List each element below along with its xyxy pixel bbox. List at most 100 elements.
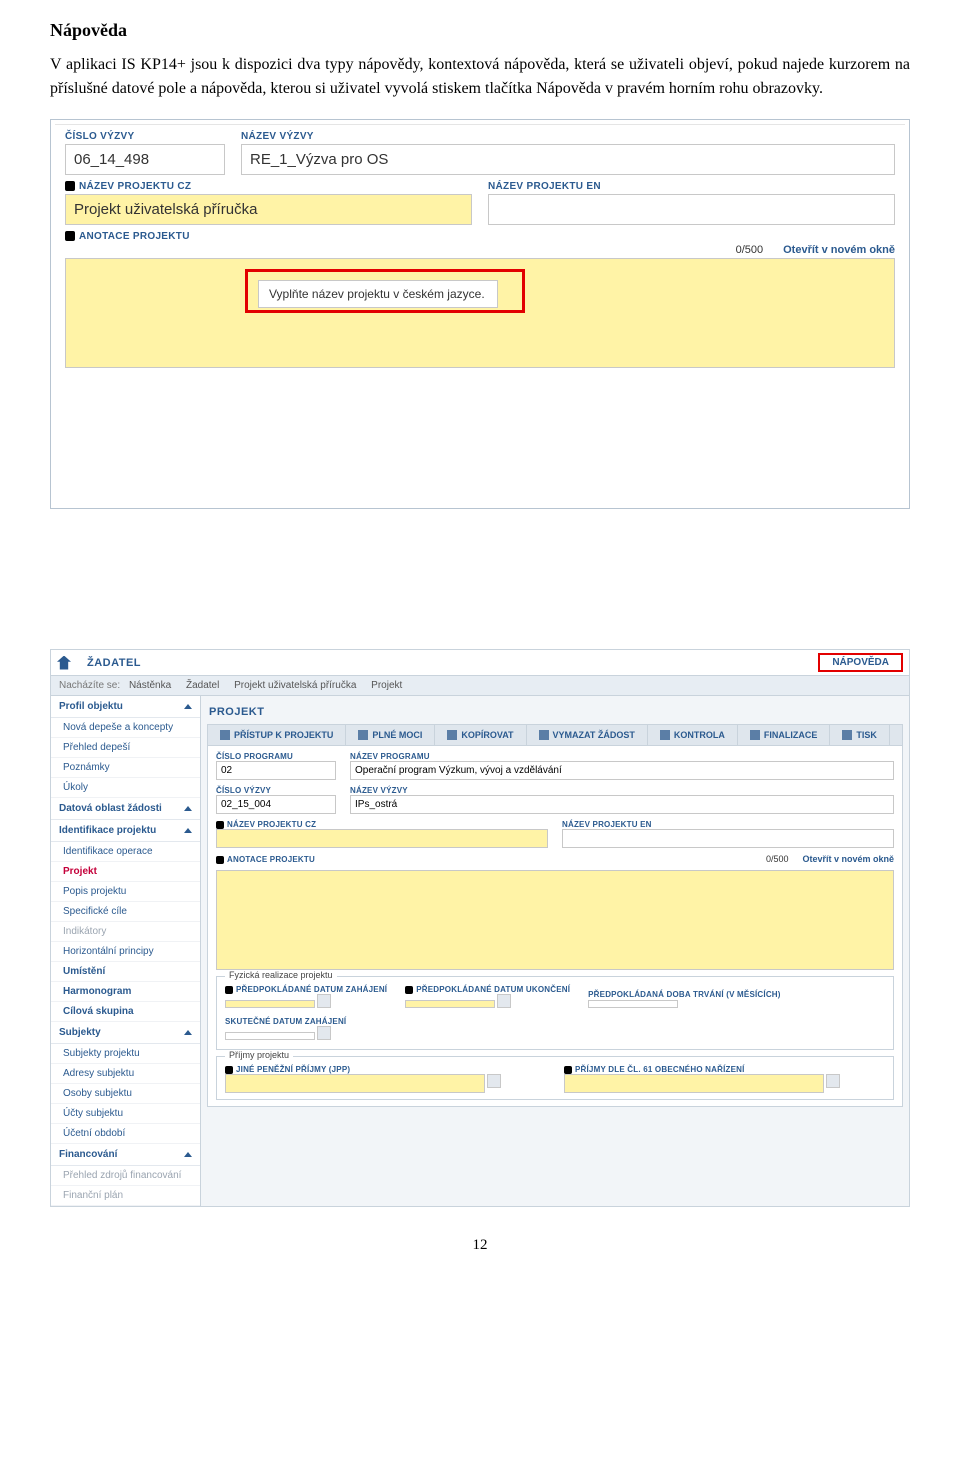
sidebar-item[interactable]: Umístění [51, 962, 200, 982]
textarea-anotace[interactable] [216, 870, 894, 970]
open-new-window-link[interactable]: Otevřít v novém okně [802, 854, 894, 864]
tool-pristup[interactable]: PŘÍSTUP K PROJEKTU [208, 725, 346, 745]
screenshot-2: ŽADATEL NÁPOVĚDA Nacházíte se: Nástěnka … [50, 649, 910, 1207]
toolbar: PŘÍSTUP K PROJEKTU PLNÉ MOCI KOPÍROVAT V… [207, 724, 903, 746]
legend-prijmy: Příjmy projektu [225, 1050, 293, 1060]
breadcrumb-item[interactable]: Nástěnka [129, 680, 171, 691]
label-nazev-vyzvy: NÁZEV VÝZVY [350, 786, 894, 795]
sidebar-item[interactable]: Horizontální principy [51, 942, 200, 962]
tooltip-text: Vyplňte název projektu v českém jazyce. [258, 280, 498, 308]
sidebar-item[interactable]: Účetní období [51, 1124, 200, 1144]
tooltip-highlight: Vyplňte název projektu v českém jazyce. [245, 269, 525, 313]
dropdown-icon[interactable] [487, 1074, 501, 1088]
tool-vymazat[interactable]: VYMAZAT ŽÁDOST [527, 725, 648, 745]
copy-icon [447, 730, 457, 740]
label-cislo-vyzvy: ČÍSLO VÝZVY [216, 786, 336, 795]
sidebar-item[interactable]: Cílová skupina [51, 1002, 200, 1022]
sidebar-item[interactable]: Účty subjektu [51, 1104, 200, 1124]
sidebar-item[interactable]: Identifikace operace [51, 842, 200, 862]
tool-finalizace[interactable]: FINALIZACE [738, 725, 831, 745]
sidebar-section-subjekty[interactable]: Subjekty [51, 1022, 200, 1044]
sidebar: Profil objektu Nová depeše a koncepty Př… [51, 696, 201, 1206]
sidebar-item[interactable]: Subjekty projektu [51, 1044, 200, 1064]
tool-tisk[interactable]: TISK [830, 725, 890, 745]
breadcrumb-label: Nacházíte se: [59, 680, 120, 691]
calendar-icon[interactable] [497, 994, 511, 1008]
label-nazev-projektu-cz: NÁZEV PROJEKTU CZ [216, 820, 548, 829]
sidebar-item[interactable]: Nová depeše a koncepty [51, 718, 200, 738]
input-skutecne[interactable] [225, 1032, 315, 1040]
label-cislo-vyzvy: ČÍSLO VÝZVY [65, 131, 225, 142]
dropdown-icon[interactable] [826, 1074, 840, 1088]
label-nazev-projektu-en: NÁZEV PROJEKTU EN [562, 820, 894, 829]
sidebar-section-profil[interactable]: Profil objektu [51, 696, 200, 718]
tool-kontrola[interactable]: KONTROLA [648, 725, 738, 745]
input-nazev-projektu-cz[interactable] [216, 829, 548, 848]
input-zahajeni[interactable] [225, 1000, 315, 1008]
input-nazev-projektu-en[interactable] [488, 194, 895, 225]
label-prijmy-61: PŘÍJMY DLE ČL. 61 OBECNÉHO NAŘÍZENÍ [564, 1065, 885, 1074]
calendar-icon[interactable] [317, 1026, 331, 1040]
input-nazev-programu[interactable] [350, 761, 894, 780]
sidebar-item[interactable]: Indikátory [51, 922, 200, 942]
label-zahajeni: PŘEDPOKLÁDANÉ DATUM ZAHÁJENÍ [225, 985, 387, 994]
input-cislo-programu[interactable] [216, 761, 336, 780]
label-anotace: ANOTACE PROJEKTU [216, 855, 315, 864]
label-nazev-programu: NÁZEV PROGRAMU [350, 752, 894, 761]
sidebar-item[interactable]: Adresy subjektu [51, 1064, 200, 1084]
sidebar-item[interactable]: Osoby subjektu [51, 1084, 200, 1104]
calendar-icon[interactable] [317, 994, 331, 1008]
sidebar-section-identifikace[interactable]: Identifikace projektu [51, 820, 200, 842]
home-icon[interactable] [57, 656, 71, 670]
breadcrumb-item[interactable]: Žadatel [186, 680, 219, 691]
label-jine-prijmy: JINÉ PENĚŽNÍ PŘÍJMY (JPP) [225, 1065, 546, 1074]
sidebar-item-projekt[interactable]: Projekt [51, 862, 200, 882]
sidebar-section-datova[interactable]: Datová oblast žádosti [51, 798, 200, 820]
input-prijmy-61[interactable] [564, 1074, 824, 1093]
sidebar-item[interactable]: Harmonogram [51, 982, 200, 1002]
sidebar-item[interactable]: Úkoly [51, 778, 200, 798]
delete-icon [539, 730, 549, 740]
screenshot-1: ČÍSLO VÝZVY NÁZEV VÝZVY NÁZEV PROJEKTU C… [50, 119, 910, 509]
input-nazev-vyzvy[interactable] [350, 795, 894, 814]
sidebar-section-financovani[interactable]: Financování [51, 1144, 200, 1166]
input-nazev-vyzvy[interactable] [241, 144, 895, 175]
sidebar-item[interactable]: Popis projektu [51, 882, 200, 902]
sidebar-item[interactable]: Finanční plán [51, 1186, 200, 1206]
print-icon [842, 730, 852, 740]
fieldset-prijmy: Příjmy projektu JINÉ PENĚŽNÍ PŘÍJMY (JPP… [216, 1056, 894, 1100]
sidebar-item[interactable]: Přehled depeší [51, 738, 200, 758]
people-icon [220, 730, 230, 740]
main-panel: PROJEKT PŘÍSTUP K PROJEKTU PLNÉ MOCI KOP… [201, 696, 909, 1206]
chevron-up-icon [184, 1030, 192, 1035]
tool-plne-moci[interactable]: PLNÉ MOCI [346, 725, 435, 745]
input-ukonceni[interactable] [405, 1000, 495, 1008]
napoveda-button[interactable]: NÁPOVĚDA [818, 653, 903, 672]
sidebar-item[interactable]: Specifické cíle [51, 902, 200, 922]
section-heading: Nápověda [50, 20, 910, 41]
label-trvani: PŘEDPOKLÁDANÁ DOBA TRVÁNÍ (V MĚSÍCÍCH) [588, 990, 781, 999]
input-jine-prijmy[interactable] [225, 1074, 485, 1093]
legend-fyzicka: Fyzická realizace projektu [225, 970, 337, 980]
label-cislo-programu: ČÍSLO PROGRAMU [216, 752, 336, 761]
sidebar-item[interactable]: Přehled zdrojů financování [51, 1166, 200, 1186]
open-new-window-link[interactable]: Otevřít v novém okně [783, 244, 895, 256]
chevron-up-icon [184, 828, 192, 833]
input-nazev-projektu-cz[interactable] [65, 194, 472, 225]
page-number: 12 [50, 1237, 910, 1254]
breadcrumb-item[interactable]: Projekt uživatelská příručka [234, 680, 356, 691]
input-cislo-vyzvy[interactable] [65, 144, 225, 175]
envelope-icon [358, 730, 368, 740]
sidebar-item[interactable]: Poznámky [51, 758, 200, 778]
label-ukonceni: PŘEDPOKLÁDANÉ DATUM UKONČENÍ [405, 985, 570, 994]
input-nazev-projektu-en[interactable] [562, 829, 894, 848]
breadcrumb-item[interactable]: Projekt [371, 680, 402, 691]
tab-zadatel[interactable]: ŽADATEL [87, 657, 141, 669]
input-cislo-vyzvy[interactable] [216, 795, 336, 814]
fieldset-fyzicka-realizace: Fyzická realizace projektu PŘEDPOKLÁDANÉ… [216, 976, 894, 1050]
char-counter: 0/500 [766, 854, 789, 864]
tool-kopirovat[interactable]: KOPÍROVAT [435, 725, 526, 745]
check-icon [660, 730, 670, 740]
input-trvani[interactable] [588, 1000, 678, 1008]
lock-icon [750, 730, 760, 740]
